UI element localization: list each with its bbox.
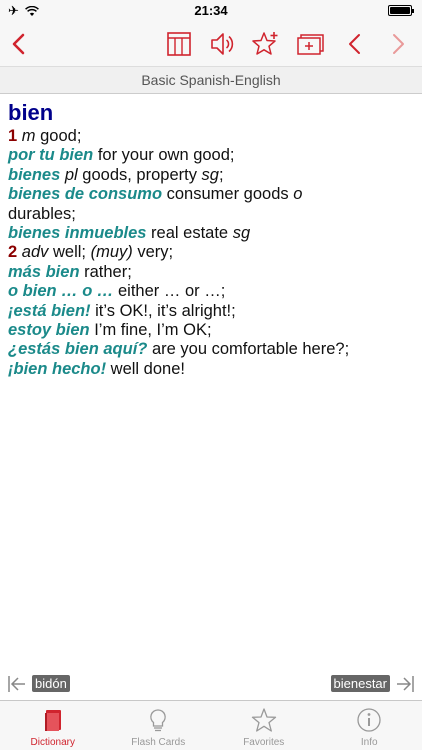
phrase[interactable]: bienes inmuebles [8,224,146,242]
entry-line: bienes inmuebles real estate sg [8,224,414,243]
headword: bien [8,100,54,125]
definition: well; [48,243,91,262]
phrase[interactable]: bienes [8,166,60,184]
chevron-right-icon [393,34,404,54]
back-button[interactable] [4,29,34,59]
definition: well done! [106,359,185,378]
entry-line: bienes de consumo consumer goods o [8,185,414,204]
toolbar [0,22,422,66]
usage-note: (muy) [90,243,133,262]
status-time: 21:34 [194,3,228,18]
speaker-icon [211,33,234,55]
add-flashcard-button[interactable] [295,29,325,59]
entry-line: estoy bien I’m fine, I’m OK; [8,321,414,340]
entry-line: bienes pl goods, property sg; [8,166,414,185]
usage-tag: sg [201,165,219,184]
phrase[interactable]: por tu bien [8,146,93,164]
book-icon [44,710,61,731]
entry-line: 2 adv well; (muy) very; [8,243,414,262]
phrase[interactable]: o bien … o … [8,282,113,300]
entry-line: ¡bien hecho! well done! [8,360,414,379]
definition: good; [35,127,82,145]
entry-line: ¿estás bien aquí? are you comfortable he… [8,340,414,359]
entry-line: más bien rather; [8,263,414,282]
tab-dictionary[interactable]: Dictionary [0,701,106,750]
phrase[interactable]: ¿estás bien aquí? [8,340,147,358]
tab-info[interactable]: Info [317,701,422,750]
part-of-speech: pl [64,165,78,184]
phrase[interactable]: bienes de consumo [8,185,162,203]
entry-line: por tu bien for your own good; [8,146,414,165]
status-bar: ✈ 21:34 [0,0,422,22]
star-plus-icon [252,32,278,55]
table-button[interactable] [164,29,194,59]
tab-flash-cards[interactable]: Flash Cards [106,701,212,750]
definition: either … or …; [113,282,226,301]
tab-label: Info [360,737,378,748]
entry-line: o bien … o … either … or …; [8,282,414,301]
entry-line: ¡está bien! it’s OK!, it’s alright!; [8,302,414,321]
tab-label: Dictionary [30,737,75,748]
part-of-speech: adv [21,243,49,262]
word-navigation: bidón bienestar [0,673,422,697]
pronounce-button[interactable] [207,29,237,59]
info-icon [357,708,381,732]
definition: rather; [79,262,132,281]
definition: very; [132,243,174,262]
arrow-bar-left-icon [8,676,25,692]
previous-word-arrow[interactable] [6,673,28,695]
arrow-bar-right-icon [397,676,414,692]
definition: consumer goods [162,185,294,204]
sense-number: 1 [8,127,18,145]
entry-line: 1 m good; [8,127,414,146]
chevron-left-icon [349,34,360,54]
tab-label: Favorites [243,737,285,748]
previous-entry-button[interactable] [340,29,370,59]
phrase[interactable]: ¡está bien! [8,302,91,320]
sense-number: 2 [8,243,18,262]
card-plus-icon [297,34,324,55]
usage-tag: sg [232,224,251,243]
star-icon [251,708,276,732]
chevron-left-icon [12,33,25,55]
tab-bar: Dictionary Flash Cards Favorites Info [0,700,422,750]
phrase[interactable]: más bien [8,263,80,281]
definition: it’s OK!, it’s alright!; [90,301,236,320]
definition: for your own good; [93,146,235,165]
definition: real estate [146,224,233,243]
tab-label: Flash Cards [131,737,186,748]
previous-word[interactable]: bidón [32,675,70,692]
definition: I’m fine, I’m OK; [89,321,212,340]
part-of-speech: m [21,127,36,145]
definition: are you comfortable here?; [147,340,350,359]
lightbulb-icon [150,709,167,732]
entry-line: durables; [8,205,414,224]
table-icon [167,32,191,56]
definition: durables; [8,204,76,223]
tab-favorites[interactable]: Favorites [211,701,317,750]
next-word-arrow[interactable] [394,673,416,695]
next-word[interactable]: bienestar [330,675,390,692]
definition-end: ; [218,165,224,184]
next-entry-button[interactable] [383,29,413,59]
phrase[interactable]: estoy bien [8,321,90,339]
battery-icon [388,5,414,16]
dictionary-entry: bien 1 m good; por tu bien for your own … [8,100,414,379]
add-favorite-button[interactable] [250,29,280,59]
dictionary-title: Basic Spanish-English [0,66,422,94]
usage-tag: o [293,185,303,204]
definition: goods, property [77,165,202,184]
phrase[interactable]: ¡bien hecho! [8,360,106,378]
